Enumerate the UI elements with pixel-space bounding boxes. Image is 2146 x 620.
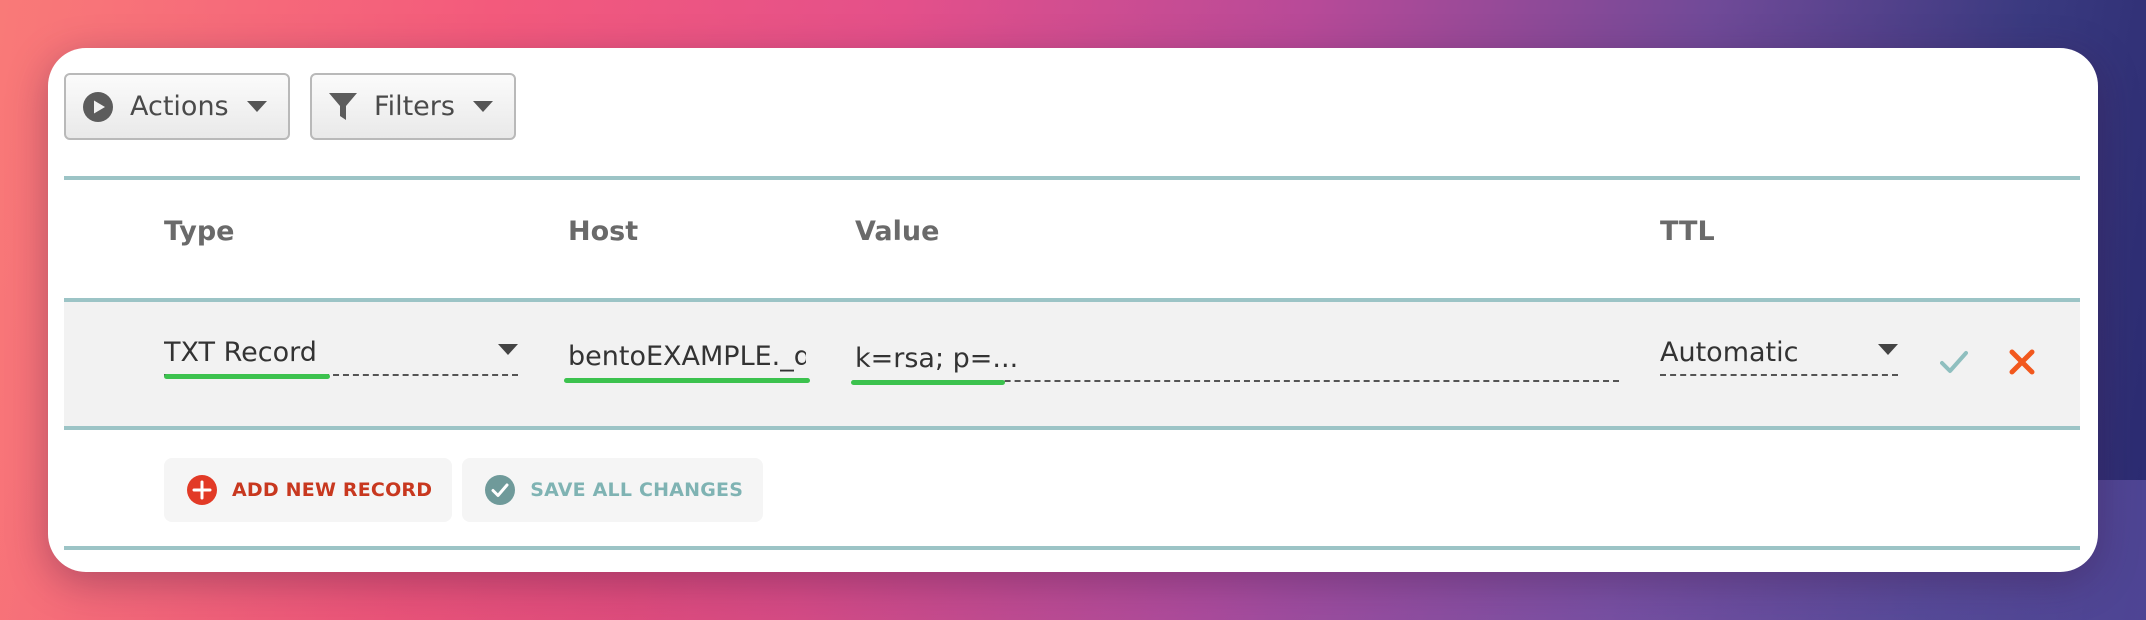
caret-down-icon: [472, 100, 493, 113]
type-select[interactable]: TXT Record: [164, 332, 518, 379]
dns-records-panel: Actions Filters Type Host Value TTL TXT …: [48, 48, 2098, 572]
filters-button[interactable]: Filters: [310, 73, 516, 140]
checkmark-icon: [1940, 351, 1968, 373]
type-value: TXT Record: [164, 337, 317, 368]
caret-down-icon: [1878, 341, 1898, 360]
record-actions: ADD NEW RECORD SAVE ALL CHANGES: [164, 458, 764, 522]
plus-circle-icon: [186, 474, 218, 506]
host-value: bentoEXAMPLE._d: [568, 341, 806, 372]
check-circle-icon: [484, 474, 516, 506]
save-all-changes-label: SAVE ALL CHANGES: [530, 479, 744, 501]
table-row: TXT Record bentoEXAMPLE._d k=rsa; p=... …: [64, 302, 2080, 428]
column-header-host: Host: [568, 216, 639, 247]
column-header-ttl: TTL: [1660, 216, 1715, 247]
highlight-underline: [564, 378, 810, 383]
divider: [64, 546, 2080, 550]
host-input[interactable]: bentoEXAMPLE._d: [564, 336, 810, 383]
funnel-icon: [328, 91, 358, 123]
play-circle-icon: [82, 91, 114, 123]
add-new-record-button[interactable]: ADD NEW RECORD: [164, 458, 453, 522]
save-all-changes-button[interactable]: SAVE ALL CHANGES: [462, 458, 764, 522]
divider: [64, 426, 2080, 430]
actions-button[interactable]: Actions: [64, 73, 290, 140]
filters-label: Filters: [374, 91, 455, 122]
ttl-value: Automatic: [1660, 337, 1799, 368]
caret-down-icon: [498, 341, 518, 360]
column-header-value: Value: [855, 216, 940, 247]
table-header: Type Host Value TTL: [64, 176, 2080, 294]
close-x-icon: [2009, 349, 2035, 375]
actions-label: Actions: [130, 91, 229, 122]
add-new-record-label: ADD NEW RECORD: [232, 479, 433, 501]
value-input[interactable]: k=rsa; p=...: [851, 338, 1619, 385]
ttl-select[interactable]: Automatic: [1660, 332, 1898, 376]
highlight-underline: [164, 374, 330, 379]
toolbar: Actions Filters: [64, 73, 516, 140]
cancel-button[interactable]: [2004, 344, 2040, 380]
highlight-underline: [851, 380, 1005, 385]
value-text: k=rsa; p=...: [855, 343, 1019, 374]
column-header-type: Type: [164, 216, 235, 247]
confirm-button[interactable]: [1936, 344, 1972, 380]
caret-down-icon: [246, 100, 267, 113]
